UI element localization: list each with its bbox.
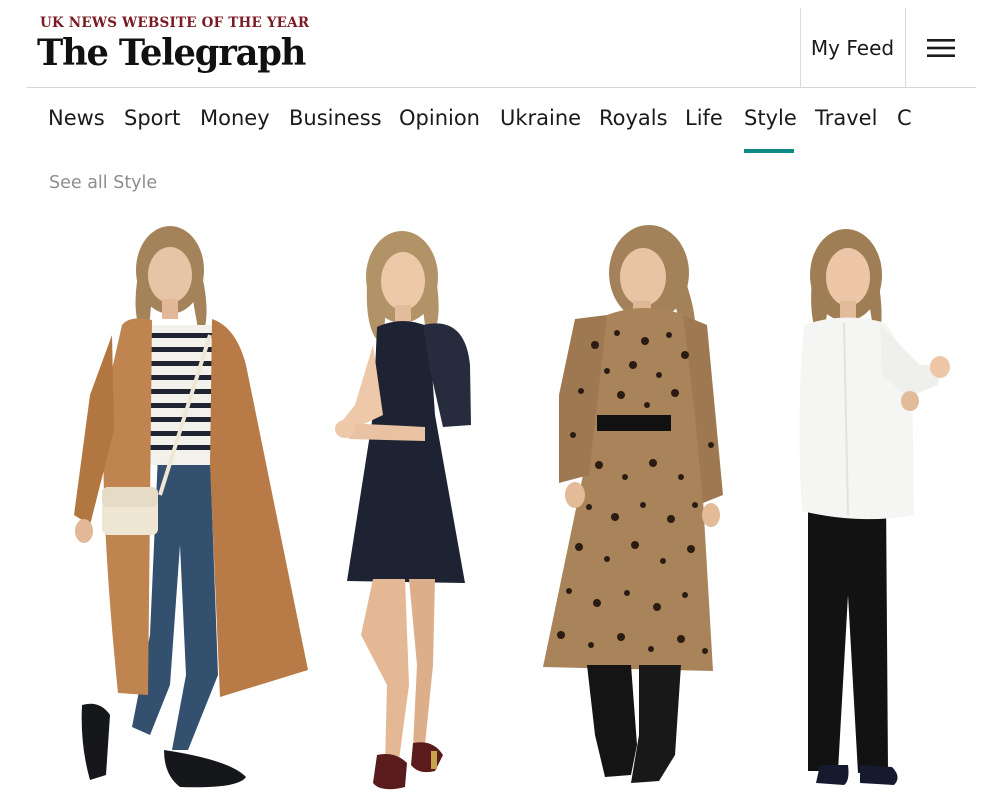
masthead: UK NEWS WEBSITE OF THE YEAR The Telegrap… bbox=[0, 0, 998, 88]
nav-item-more[interactable]: C bbox=[897, 106, 912, 130]
telegraph-logo[interactable]: The Telegraph bbox=[37, 33, 306, 73]
nav-item-royals[interactable]: Royals bbox=[599, 106, 668, 130]
menu-button[interactable] bbox=[905, 8, 977, 88]
nav-item-travel[interactable]: Travel bbox=[815, 106, 877, 130]
hamburger-menu-icon bbox=[927, 39, 955, 57]
nav-item-life[interactable]: Life bbox=[685, 106, 723, 130]
outfit-image-navy-dress[interactable] bbox=[325, 215, 490, 800]
nav-item-style[interactable]: Style bbox=[744, 106, 797, 130]
outfit-photo-strip bbox=[0, 215, 998, 800]
nav-item-business[interactable]: Business bbox=[289, 106, 382, 130]
award-tagline: UK NEWS WEBSITE OF THE YEAR bbox=[40, 15, 310, 31]
nav-item-sport[interactable]: Sport bbox=[124, 106, 180, 130]
masthead-divider bbox=[27, 87, 976, 88]
outfit-image-camel-coat[interactable] bbox=[60, 215, 320, 800]
see-all-style-link[interactable]: See all Style bbox=[49, 173, 157, 193]
outfit-image-leopard-dress[interactable] bbox=[535, 215, 735, 800]
nav-item-news[interactable]: News bbox=[48, 106, 105, 130]
nav-item-opinion[interactable]: Opinion bbox=[399, 106, 480, 130]
nav-item-money[interactable]: Money bbox=[200, 106, 270, 130]
outfit-image-white-shirt[interactable] bbox=[790, 215, 960, 800]
active-tab-indicator bbox=[744, 149, 794, 153]
section-nav: News Sport Money Business Opinion Ukrain… bbox=[48, 100, 998, 160]
nav-item-ukraine[interactable]: Ukraine bbox=[500, 106, 581, 130]
my-feed-button[interactable]: My Feed bbox=[800, 8, 905, 88]
